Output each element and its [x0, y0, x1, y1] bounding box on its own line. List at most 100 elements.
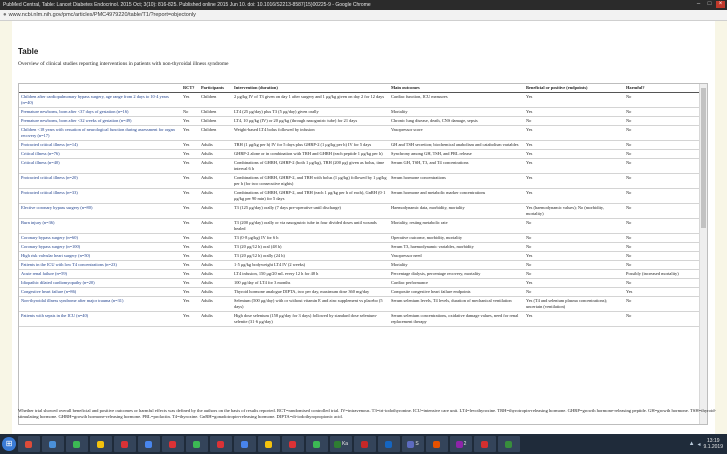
table-row: Coronary bypass surgery (n=60) Yes Adults T…	[19, 233, 699, 243]
table-cell: Yes	[181, 287, 199, 297]
taskbar-app-button[interactable]	[378, 436, 400, 452]
table-cell[interactable]: Critical illness (n=76)	[19, 149, 181, 159]
table-cell: Mortality, resting metabolic rate	[389, 218, 524, 234]
table-cell: Adults	[199, 311, 232, 327]
table-cell: No	[624, 251, 699, 261]
taskbar-app-button[interactable]	[234, 436, 256, 452]
volume-icon[interactable]: ◂	[698, 441, 701, 448]
app-icon	[169, 440, 176, 448]
window-title: PubMed Central, Table: Lancet Diabetes E…	[3, 2, 371, 8]
table-cell: No	[624, 149, 699, 159]
url-text[interactable]: www.ncbi.nlm.nih.gov/pmc/articles/PMC497…	[9, 12, 196, 18]
table-row: Critical illness (n=76) Yes Adults GHRP-2 a…	[19, 149, 699, 159]
table-cell[interactable]: Burn injury (n=36)	[19, 218, 181, 234]
minimize-icon[interactable]: –	[694, 1, 703, 8]
table-cell[interactable]: Protracted critical illness (n=14)	[19, 140, 181, 150]
taskbar-app-button[interactable]	[66, 436, 88, 452]
table-cell: Adults	[199, 149, 232, 159]
table-row: Patients with sepsis in the ICU (n=40) Ye…	[19, 311, 699, 327]
taskbar-app-button[interactable]	[258, 436, 280, 452]
table-cell: Synchrony among GH, TSH, and PRL release	[389, 149, 524, 159]
taskbar-app-button[interactable]	[474, 436, 496, 452]
table-cell: Adults	[199, 173, 232, 189]
table-cell: High dose selenium (158 μg/day for 3 day…	[232, 311, 389, 327]
table-cell[interactable]: High risk valvular heart surgery (n=50)	[19, 251, 181, 261]
table-cell: Vasopressor need	[389, 251, 524, 261]
taskbar-app-button[interactable]	[90, 436, 112, 452]
scrollbar-thumb[interactable]	[701, 88, 706, 228]
taskbar-app-button[interactable]	[138, 436, 160, 452]
table-cell: No	[624, 188, 699, 204]
table-cell[interactable]: Non-thyroidal illness syndrome after maj…	[19, 296, 181, 312]
table-cell: No	[624, 233, 699, 243]
app-icon	[385, 440, 392, 448]
taskbar-app-button[interactable]: Ka	[330, 436, 352, 452]
table-cell: Adults	[199, 278, 232, 288]
start-button[interactable]: ⊞	[2, 437, 16, 451]
table-cell[interactable]: Acute renal failure (n=59)	[19, 269, 181, 279]
table-cell: No	[624, 92, 699, 108]
table-cell: Weight-based LT4 bolus followed by infus…	[232, 125, 389, 141]
table-cell: Yes (haemodynamic values); No (morbidity…	[524, 203, 624, 219]
table-cell: Composite congestive heart failure endpo…	[389, 287, 524, 297]
table-cell: Yes	[524, 278, 624, 288]
table-cell: Yes	[181, 233, 199, 243]
vertical-scrollbar[interactable]	[699, 84, 707, 424]
table-cell[interactable]: Idiopathic dilated cardiomyopathy (n=20)	[19, 278, 181, 288]
table-cell[interactable]: Coronary bypass surgery (n=100)	[19, 242, 181, 252]
table-cell: No	[624, 203, 699, 219]
table-cell: Adults	[199, 287, 232, 297]
app-icon	[49, 440, 56, 448]
table-cell[interactable]: Premature newborns, born after <32 weeks…	[19, 116, 181, 126]
app-icon	[289, 440, 296, 448]
table-cell: Serum hormone and metabolic marker conce…	[389, 188, 524, 204]
table-row: Protracted critical illness (n=14) Yes Adu…	[19, 140, 699, 150]
taskbar-app-button[interactable]	[18, 436, 40, 452]
table-cell[interactable]: Children after cardiopulmonary bypass su…	[19, 92, 181, 108]
taskbar-app-button[interactable]	[42, 436, 64, 452]
table-cell: Cardiac performance	[389, 278, 524, 288]
table-cell[interactable]: Protracted critical illness (n=20)	[19, 173, 181, 189]
taskbar-app-label: S	[415, 441, 419, 447]
network-icon[interactable]: ▲	[689, 441, 695, 447]
taskbar-app-button[interactable]	[306, 436, 328, 452]
address-bar[interactable]: ● www.ncbi.nlm.nih.gov/pmc/articles/PMC4…	[0, 10, 727, 21]
table-cell[interactable]: Premature newborns, born after <37 days …	[19, 107, 181, 117]
table-cell[interactable]: Patients with sepsis in the ICU (n=40)	[19, 311, 181, 327]
taskbar-app-button[interactable]	[114, 436, 136, 452]
taskbar-app-button[interactable]	[498, 436, 520, 452]
system-clock[interactable]: 13:19 9.1.2019	[704, 438, 723, 450]
app-icon	[241, 440, 248, 448]
taskbar-app-button[interactable]: 2	[450, 436, 472, 452]
table-cell[interactable]: Patients in the ICU with low T4 concentr…	[19, 260, 181, 270]
table-cell[interactable]: Children <18 years with cessation of neu…	[19, 125, 181, 141]
taskbar-app-button[interactable]: S	[402, 436, 424, 452]
taskbar-app-button[interactable]	[426, 436, 448, 452]
taskbar-app-button[interactable]	[162, 436, 184, 452]
table-cell[interactable]: Protracted critical illness (n=33)	[19, 188, 181, 204]
table-cell: Selenium (500 μg/day) with or without vi…	[232, 296, 389, 312]
taskbar-app-label: Ka	[341, 441, 349, 447]
maximize-icon[interactable]: □	[705, 1, 714, 8]
table-cell: Yes	[524, 92, 624, 108]
window-controls: – □ ×	[694, 1, 725, 8]
table-cell: Children	[199, 92, 232, 108]
table-cell[interactable]: Coronary bypass surgery (n=60)	[19, 233, 181, 243]
taskbar-app-button[interactable]	[210, 436, 232, 452]
taskbar-app-button[interactable]	[186, 436, 208, 452]
close-icon[interactable]: ×	[716, 1, 725, 8]
table-cell: Serum selenium concentrations, oxidative…	[389, 311, 524, 327]
table-cell: Adults	[199, 233, 232, 243]
table-row: Patients in the ICU with low T4 concentr…	[19, 260, 699, 270]
table-cell: No	[624, 140, 699, 150]
table-cell[interactable]: Congestive heart failure (n=86)	[19, 287, 181, 297]
table-cell[interactable]: Elective coronary bypass surgery (n=80)	[19, 203, 181, 219]
table-cell[interactable]: Critical illness (n=40)	[19, 158, 181, 174]
taskbar-app-button[interactable]	[282, 436, 304, 452]
table-cell: Vasopressor score	[389, 125, 524, 141]
table-container[interactable]: RCT? Participants Intervention (duration…	[18, 83, 708, 425]
app-icon	[481, 440, 488, 448]
taskbar-app-button[interactable]	[354, 436, 376, 452]
app-icon	[25, 440, 32, 448]
page-info-icon[interactable]: ●	[3, 12, 7, 18]
